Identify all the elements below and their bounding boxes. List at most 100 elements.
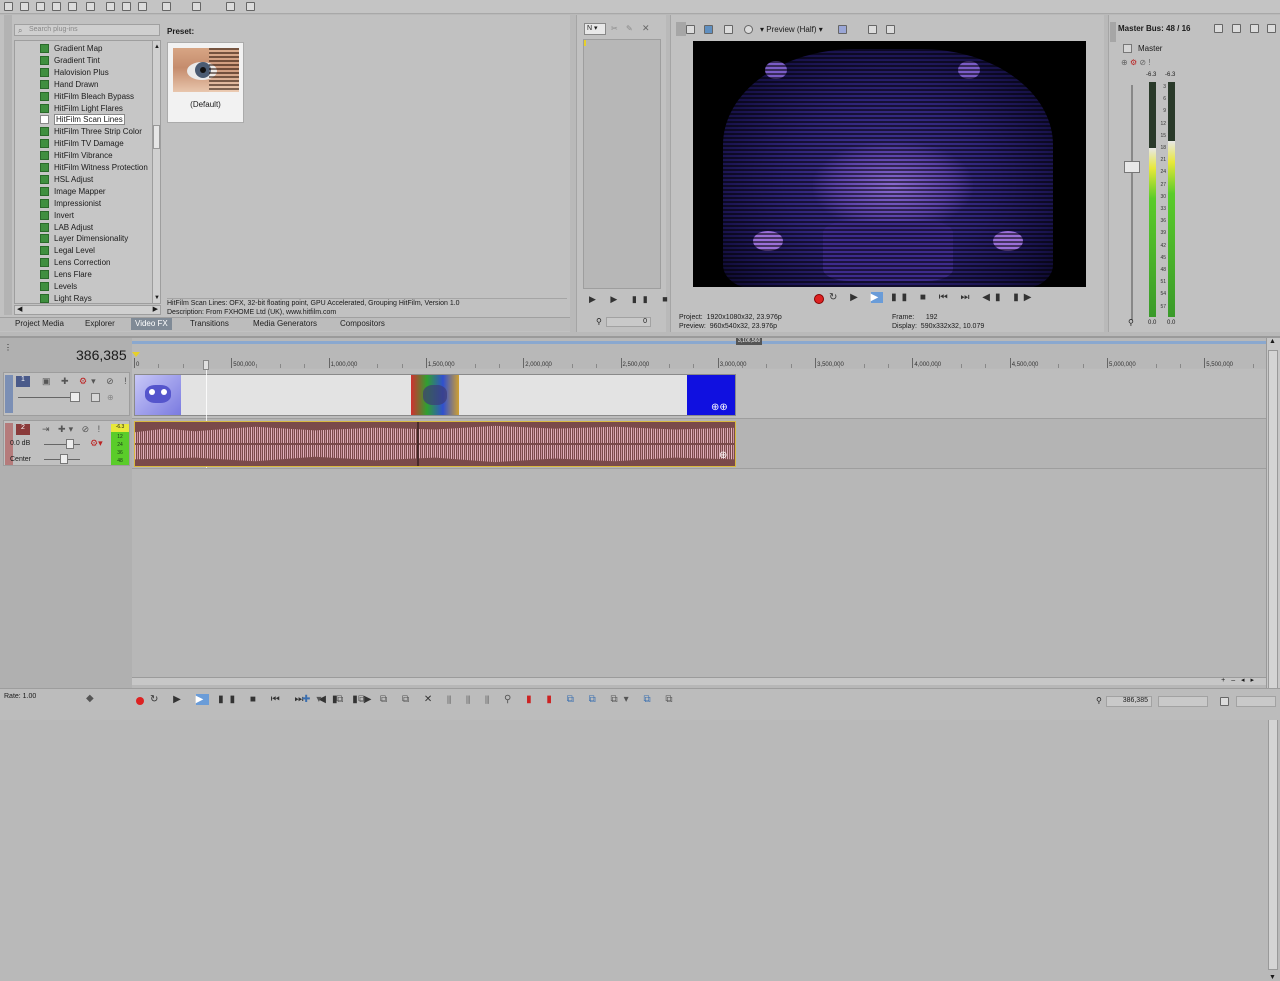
insertion-marker[interactable] [132, 352, 140, 357]
audio-volume-slider[interactable] [66, 439, 74, 449]
audio-pan-slider[interactable] [60, 454, 68, 464]
scroll-thumb[interactable] [153, 125, 160, 149]
audio-clip[interactable]: ⊕ [134, 421, 736, 467]
render-icon[interactable] [68, 2, 77, 11]
solo-icon[interactable]: ! [1148, 58, 1150, 67]
master-fader[interactable] [1124, 161, 1140, 173]
edit-tool-row[interactable]: ✚▾ ⧉ ⧉ ⧉ ⧉ ✕ ⫴ ⫴ ⫴ ⚲ ▮ ▮ ⧉ ⧉ ⧉▾ ⧉ ⧉ [302, 694, 679, 705]
timeline-vscroll-thumb[interactable] [1268, 350, 1278, 970]
master-fx-icon[interactable] [1123, 44, 1132, 53]
marker-flag[interactable]: 3,106,560 [736, 338, 763, 345]
split-screen-icon[interactable] [744, 25, 753, 34]
edit-tool-icon[interactable] [226, 2, 235, 11]
scroll-left-icon[interactable]: ◀ [17, 305, 22, 313]
mute-icon[interactable]: ⊘ [1139, 58, 1146, 67]
save-icon[interactable] [36, 2, 45, 11]
scroll-down-icon[interactable]: ▼ [154, 295, 160, 301]
undo-icon[interactable] [162, 2, 171, 11]
preview-transport[interactable]: ↻ ▶ ▶ ▮▮ ■ ⏮ ⏭ ◀▮ ▮▶ [829, 292, 1036, 303]
plugin-item[interactable]: HitFilm Bleach Bypass [40, 91, 134, 102]
copy-snapshot-icon[interactable] [868, 25, 877, 34]
plugin-item[interactable]: Levels [40, 281, 77, 292]
insert-bus-icon[interactable] [1232, 24, 1241, 33]
plugin-item[interactable]: Invert [40, 210, 74, 221]
plugin-tree-hscroll[interactable]: ◀ ▶ [14, 305, 161, 315]
event-fx-icon[interactable]: ⊕⊕ [711, 402, 728, 413]
plugin-item[interactable]: HitFilm Vibrance [40, 150, 113, 161]
plugin-item[interactable]: Light Rays [40, 293, 92, 304]
tab-project-media[interactable]: Project Media [11, 318, 68, 330]
trimmer-tool-icon[interactable]: ✂ [611, 24, 618, 33]
plugin-item[interactable]: HitFilm Three Strip Color [40, 126, 142, 137]
zoom-controls[interactable]: + ‒ ◂ ▸ [1221, 676, 1256, 684]
save-snapshot-icon[interactable] [886, 25, 895, 34]
video-track-header[interactable]: 1 ▣ ✚ ⚙▾ ⊘ ! ⊕ [3, 372, 130, 416]
plugin-item[interactable]: Gradient Map [40, 43, 102, 54]
scroll-right-icon[interactable]: ▶ [153, 305, 158, 313]
copy-icon[interactable] [122, 2, 131, 11]
plugin-item[interactable]: Gradient Tint [40, 55, 100, 66]
new-project-icon[interactable] [4, 2, 13, 11]
paste-icon[interactable] [138, 2, 147, 11]
redo-icon[interactable] [192, 2, 201, 11]
position-display[interactable]: 386,385 [1106, 696, 1152, 707]
plugin-search-field[interactable]: ⌕ Search plug-ins [14, 24, 160, 36]
timeline-vscroll[interactable]: ▲ ▼ [1266, 338, 1280, 981]
record-timeline-button[interactable] [136, 697, 144, 705]
master-buttons[interactable]: ⊕ ⚙ ⊘ ! [1121, 58, 1151, 67]
audio-track-header[interactable]: 2 ⇥ ✚▾ ⊘ ! 0.0 dB ⚙▾ Center -6.3 12 24 36 4… [3, 420, 130, 466]
scroll-up-icon[interactable]: ▲ [154, 44, 160, 50]
video-level-slider[interactable] [70, 392, 80, 402]
external-monitor-icon[interactable] [704, 25, 713, 34]
timeline-scroll-up-icon[interactable]: ▲ [1269, 338, 1276, 345]
status-icon[interactable] [1220, 697, 1229, 706]
cut-icon[interactable] [106, 2, 115, 11]
tab-video-fx[interactable]: Video FX [131, 318, 172, 330]
audio-fx-chain-icon[interactable]: ⚙▾ [90, 438, 103, 449]
tab-media-generators[interactable]: Media Generators [249, 318, 321, 330]
mixer-options-icon[interactable] [1250, 24, 1259, 33]
plugin-item[interactable]: Halovision Plus [40, 67, 109, 78]
automation-icon[interactable]: ⚙ [1130, 58, 1137, 67]
plugin-tree-scrollbar[interactable]: ▲ ▼ [152, 41, 160, 303]
preview-properties-icon[interactable] [686, 25, 695, 34]
plugin-item[interactable]: HitFilm Witness Protection [40, 162, 148, 173]
video-clip[interactable]: ⊕⊕ [134, 374, 736, 416]
timeline-hscroll[interactable]: + ‒ ◂ ▸ [132, 677, 1266, 685]
playhead-handle[interactable] [203, 360, 209, 370]
plugin-item[interactable]: Lens Correction [40, 257, 110, 268]
tab-transitions[interactable]: Transitions [186, 318, 233, 330]
audio-fx-icon[interactable]: ⊕ [719, 450, 727, 461]
trimmer-marker-icon[interactable]: ⚲ [596, 317, 602, 326]
save-as-icon[interactable] [52, 2, 61, 11]
tab-explorer[interactable]: Explorer [81, 318, 119, 330]
overlays-icon[interactable] [838, 25, 847, 34]
plugin-item[interactable]: Hand Drawn [40, 79, 98, 90]
composite-mode-icon[interactable]: ⊕ [107, 393, 114, 402]
plugin-item[interactable]: LAB Adjust [40, 222, 93, 233]
tab-compositors[interactable]: Compositors [336, 318, 389, 330]
record-button[interactable] [814, 294, 824, 304]
plugin-item[interactable]: Impressionist [40, 198, 101, 209]
timeline-ruler[interactable]: 3,106,560 0 500,000 1,000,000 1,500,000 2,00… [132, 338, 1279, 368]
video-track-buttons[interactable]: ▣ ✚ ⚙▾ ⊘ ! [42, 376, 131, 387]
plugin-item[interactable]: Image Mapper [40, 186, 106, 197]
mixer-properties-icon[interactable] [1214, 24, 1223, 33]
open-icon[interactable] [20, 2, 29, 11]
track-motion-icon[interactable] [91, 393, 100, 402]
trimmer-position[interactable]: 0 [606, 317, 651, 327]
trimmer-dropdown[interactable]: N ▾ [584, 23, 606, 35]
plugin-item[interactable]: Legal Level [40, 245, 95, 256]
rate-slider-icon[interactable]: ◆ [86, 693, 94, 704]
audio-track-buttons[interactable]: ⇥ ✚▾ ⊘ ! [42, 424, 103, 435]
plugin-item[interactable]: HitFilm Scan Lines [40, 114, 125, 126]
preview-fx-icon[interactable] [724, 25, 733, 34]
timeline-scroll-down-icon[interactable]: ▼ [1269, 974, 1276, 981]
preview-quality-dropdown[interactable]: ▾ Preview (Half) ▾ [760, 25, 823, 34]
loop-region-bar[interactable] [132, 341, 1266, 344]
plugin-item[interactable]: HitFilm Light Flares [40, 103, 123, 114]
properties-icon[interactable] [86, 2, 95, 11]
timeline-collapse-icon[interactable]: ⋮ [4, 343, 12, 352]
plugin-item[interactable]: Layer Dimensionality [40, 233, 128, 244]
envelope-tool-icon[interactable] [246, 2, 255, 11]
